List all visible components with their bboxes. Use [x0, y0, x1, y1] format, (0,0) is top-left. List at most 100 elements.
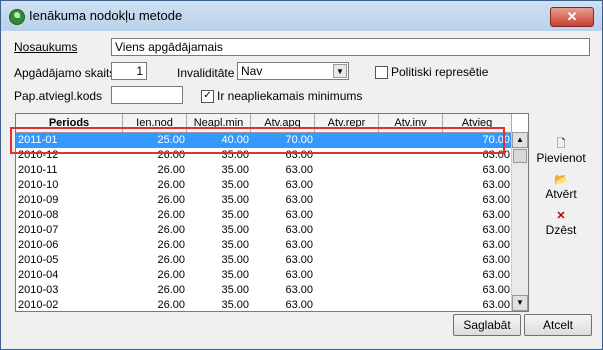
table-cell: 63.00	[482, 299, 510, 311]
table-cell	[315, 268, 379, 283]
table-cell: 63.00	[285, 209, 313, 221]
table-cell	[379, 193, 443, 208]
table-cell: 63.00	[285, 284, 313, 296]
dialog-window: Ienākuma nodokļu metode ✕ Nosaukums Vien…	[0, 0, 603, 350]
table-cell: 26.00	[157, 179, 185, 191]
invaliditate-select[interactable]: Nav ▼	[237, 62, 349, 80]
nosaukums-input[interactable]: Viens apgādājamais	[111, 38, 590, 56]
close-button[interactable]: ✕	[550, 7, 594, 27]
table-row[interactable]: 2010-05 26.00 35.00 63.00 63.00	[16, 253, 512, 268]
table-cell: 2010-03	[18, 284, 59, 296]
table-scrollbar[interactable]: ▲ ▼	[511, 132, 528, 311]
pievienot-label: Pievienot	[536, 151, 586, 165]
pievienot-button[interactable]: 🗋 Pievienot	[531, 137, 591, 165]
close-icon: ✕	[566, 9, 578, 24]
apgadajamo-label: Apgādājamo skaits	[14, 66, 116, 80]
table-cell: 26.00	[157, 224, 185, 236]
table-cell: 63.00	[285, 254, 313, 266]
table-row[interactable]: 2010-08 26.00 35.00 63.00 63.00	[16, 208, 512, 223]
dzest-label: Dzēst	[545, 223, 577, 237]
neapliek-label: Ir neapliekamais minimums	[217, 89, 363, 103]
table-cell: 2010-10	[18, 179, 59, 191]
politiski-label: Politiski represētie	[391, 65, 489, 79]
table-cell	[315, 178, 379, 193]
table-cell	[315, 223, 379, 238]
table-cell	[315, 208, 379, 223]
table-row[interactable]: 2010-06 26.00 35.00 63.00 63.00	[16, 238, 512, 253]
table-row[interactable]: 2010-04 26.00 35.00 63.00 63.00	[16, 268, 512, 283]
title-bar[interactable]: Ienākuma nodokļu metode ✕	[1, 1, 602, 31]
table-cell: 2010-07	[18, 224, 59, 236]
table-cell: 63.00	[482, 254, 510, 266]
neapliek-checkbox[interactable]: ✓	[201, 90, 214, 103]
table-cell: 26.00	[157, 239, 185, 251]
table-cell: 63.00	[482, 194, 510, 206]
table-cell: 63.00	[285, 179, 313, 191]
table-cell: 63.00	[482, 239, 510, 251]
table-cell: 63.00	[285, 299, 313, 311]
table-cell: 26.00	[157, 164, 185, 176]
politiski-checkbox[interactable]	[375, 66, 388, 79]
table-cell: 2010-06	[18, 239, 59, 251]
apgadajamo-input[interactable]: 1	[111, 62, 147, 80]
table-cell	[315, 253, 379, 268]
invaliditate-label: Invaliditāte	[177, 66, 235, 80]
table-cell: 2010-11	[18, 164, 58, 176]
table-row[interactable]: 2010-11 26.00 35.00 63.00 63.00	[16, 163, 512, 178]
scroll-down-icon[interactable]: ▼	[512, 295, 528, 311]
table-cell: 63.00	[285, 224, 313, 236]
table-cell: 63.00	[482, 164, 510, 176]
table-row[interactable]: 2010-03 26.00 35.00 63.00 63.00	[16, 283, 512, 298]
nosaukums-label: Nosaukums	[14, 40, 78, 54]
dzest-button[interactable]: ✕ Dzēst	[531, 209, 591, 237]
table-cell: 63.00	[285, 194, 313, 206]
table-cell	[315, 298, 379, 311]
table-cell	[379, 253, 443, 268]
table-cell: 63.00	[482, 179, 510, 191]
open-folder-icon: 📂	[554, 174, 568, 186]
table-cell	[315, 238, 379, 253]
table-cell	[379, 283, 443, 298]
table-cell	[379, 238, 443, 253]
table-cell: 35.00	[221, 239, 249, 251]
table-cell	[379, 178, 443, 193]
table-cell: 2010-08	[18, 209, 59, 221]
new-document-icon: 🗋	[556, 138, 566, 150]
table-cell: 2010-02	[18, 299, 59, 311]
table-cell: 2010-09	[18, 194, 59, 206]
table-cell: 35.00	[221, 194, 249, 206]
table-cell: 26.00	[157, 299, 185, 311]
scroll-up-icon[interactable]: ▲	[512, 132, 528, 148]
table-cell: 63.00	[285, 164, 313, 176]
table-cell	[379, 208, 443, 223]
table-cell: 26.00	[157, 284, 185, 296]
atvert-button[interactable]: 📂 Atvērt	[531, 173, 591, 201]
table-cell	[379, 268, 443, 283]
table-cell: 63.00	[285, 269, 313, 281]
table-cell: 26.00	[157, 194, 185, 206]
table-row[interactable]: 2010-09 26.00 35.00 63.00 63.00	[16, 193, 512, 208]
table-cell: 63.00	[482, 224, 510, 236]
table-cell	[379, 298, 443, 311]
pap-label: Pap.atviegl.kods	[14, 89, 103, 103]
table-cell: 26.00	[157, 209, 185, 221]
table-row[interactable]: 2010-10 26.00 35.00 63.00 63.00	[16, 178, 512, 193]
table-cell: 35.00	[221, 269, 249, 281]
table-cell	[315, 193, 379, 208]
table-cell: 35.00	[221, 209, 249, 221]
table-cell: 35.00	[221, 164, 249, 176]
table-row[interactable]: 2010-07 26.00 35.00 63.00 63.00	[16, 223, 512, 238]
scroll-thumb[interactable]	[513, 149, 527, 163]
table-cell: 2010-04	[18, 269, 59, 281]
table-cell: 26.00	[157, 254, 185, 266]
atcelt-button[interactable]: Atcelt	[524, 314, 592, 336]
table-cell	[315, 283, 379, 298]
table-cell: 2010-05	[18, 254, 59, 266]
table-row[interactable]: 2010-02 26.00 35.00 63.00 63.00	[16, 298, 512, 311]
invaliditate-value: Nav	[241, 64, 263, 78]
app-icon	[9, 9, 25, 25]
table-cell	[315, 163, 379, 178]
saglabat-button[interactable]: Saglabāt	[453, 314, 521, 336]
pap-input[interactable]	[111, 86, 183, 104]
chevron-down-icon[interactable]: ▼	[333, 64, 347, 78]
